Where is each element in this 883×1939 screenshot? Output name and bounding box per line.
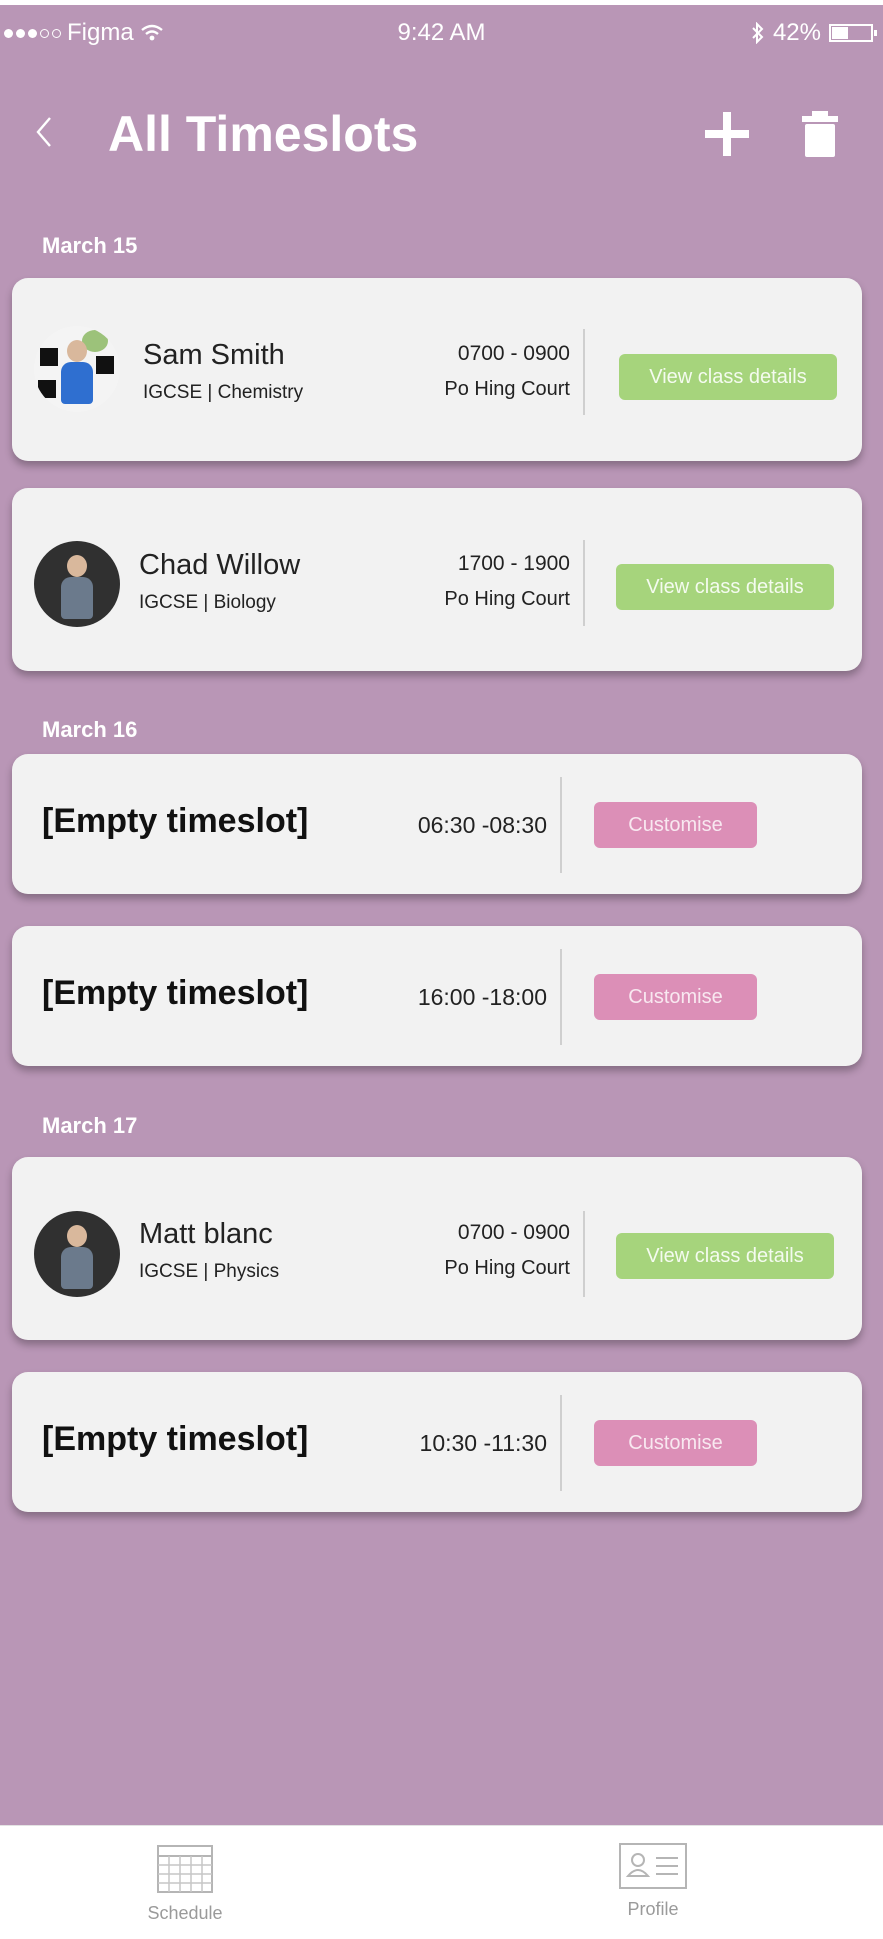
calendar-icon [157, 1845, 213, 1893]
class-time: 0700 - 0900 [457, 342, 570, 365]
student-name: Matt blanc [139, 1218, 273, 1250]
class-location: Po Hing Court [444, 378, 570, 400]
avatar [34, 1211, 120, 1297]
divider [583, 540, 585, 626]
profile-card-icon [619, 1843, 687, 1889]
student-subject: IGCSE | Chemistry [143, 382, 304, 403]
empty-timeslot-label: [Empty timeslot] [42, 802, 309, 840]
timeslot-card: [Empty timeslot] 16:00 -18:00 Customise [12, 926, 862, 1066]
timeslot-card: Matt blanc IGCSE | Physics 0700 - 0900 P… [12, 1157, 862, 1340]
divider [560, 777, 562, 873]
student-name: Sam Smith [143, 339, 285, 371]
student-subject: IGCSE | Physics [139, 1261, 280, 1282]
battery-icon [829, 24, 877, 42]
timeslot-card: [Empty timeslot] 06:30 -08:30 Customise [12, 754, 862, 894]
view-class-details-button[interactable]: View class details [616, 564, 834, 610]
slot-time: 10:30 -11:30 [419, 1430, 547, 1456]
tab-bar: Schedule Profile [0, 1825, 883, 1936]
back-button[interactable] [30, 112, 60, 152]
page-title: All Timeslots [108, 106, 419, 162]
add-timeslot-button[interactable] [703, 110, 751, 158]
tab-schedule[interactable]: Schedule [125, 1842, 245, 1924]
avatar [34, 541, 120, 627]
slot-time: 06:30 -08:30 [417, 812, 547, 838]
status-bar: Figma 9:42 AM 42% [0, 5, 883, 65]
date-heading: March 17 [42, 1113, 138, 1138]
divider [560, 1395, 562, 1491]
class-time: 1700 - 1900 [457, 552, 570, 575]
customise-button[interactable]: Customise [594, 974, 757, 1020]
timeslot-card: [Empty timeslot] 10:30 -11:30 Customise [12, 1372, 862, 1512]
avatar [34, 326, 120, 412]
tab-profile[interactable]: Profile [593, 1842, 713, 1920]
empty-timeslot-label: [Empty timeslot] [42, 974, 309, 1012]
slot-time: 16:00 -18:00 [417, 984, 547, 1010]
divider [583, 1211, 585, 1297]
bluetooth-icon [752, 22, 764, 44]
class-location: Po Hing Court [444, 1257, 570, 1279]
class-location: Po Hing Court [444, 588, 570, 610]
tab-schedule-label: Schedule [147, 1903, 223, 1923]
tab-profile-label: Profile [627, 1899, 679, 1919]
timeslot-card: Sam Smith IGCSE | Chemistry 0700 - 0900 … [12, 278, 862, 461]
student-subject: IGCSE | Biology [139, 592, 276, 613]
date-heading: March 16 [42, 717, 138, 742]
class-time: 0700 - 0900 [457, 1221, 570, 1244]
delete-button[interactable] [800, 110, 840, 158]
status-right: 42% [751, 19, 877, 47]
divider [583, 329, 585, 415]
battery-percent: 42% [772, 19, 821, 46]
view-class-details-button[interactable]: View class details [619, 354, 837, 400]
view-class-details-button[interactable]: View class details [616, 1233, 834, 1279]
customise-button[interactable]: Customise [594, 802, 757, 848]
divider [560, 949, 562, 1045]
date-heading: March 15 [42, 233, 138, 258]
app-screen: Figma 9:42 AM 42% All Timeslots March 15 [0, 5, 883, 1825]
empty-timeslot-label: [Empty timeslot] [42, 1420, 309, 1458]
student-name: Chad Willow [139, 549, 301, 581]
customise-button[interactable]: Customise [594, 1420, 757, 1466]
timeslot-card: Chad Willow IGCSE | Biology 1700 - 1900 … [12, 488, 862, 671]
